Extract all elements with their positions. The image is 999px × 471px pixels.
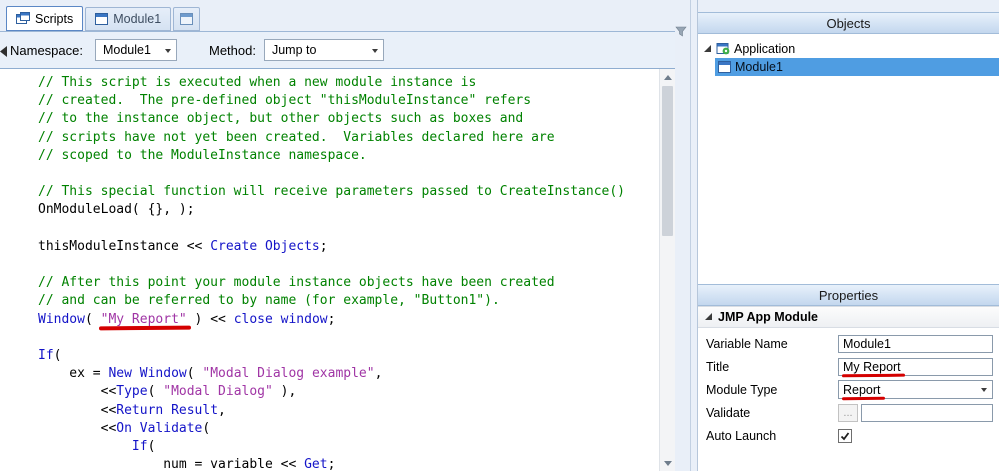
module-type-label: Module Type — [706, 382, 778, 397]
tab-module1-label: Module1 — [113, 12, 162, 26]
scrollbar-thumb[interactable] — [662, 86, 673, 236]
title-input[interactable]: My Report — [838, 357, 993, 376]
code-editor[interactable]: // This script is executed when a new mo… — [0, 68, 675, 471]
section-expander-icon — [704, 310, 713, 324]
code-area: // This script is executed when a new mo… — [0, 69, 659, 471]
auto-launch-checkbox[interactable] — [838, 428, 852, 443]
code-line: // and can be referred to by name (for e… — [38, 293, 500, 309]
editor-tabbar: Scripts Module1 — [6, 6, 201, 31]
tab-scripts-label: Scripts — [35, 11, 74, 26]
code-line: <<Return Result, — [38, 402, 226, 418]
code-line: // This script is executed when a new mo… — [38, 75, 477, 90]
code-line: ex = New Window( "Modal Dialog example", — [38, 366, 383, 382]
namespace-dropdown[interactable]: Module1 — [94, 39, 177, 61]
validate-ellipsis-button[interactable]: ... — [838, 403, 858, 422]
right-panel-top-strip — [698, 0, 999, 12]
code-line: // This special function will receive pa… — [38, 184, 625, 200]
variable-name-input[interactable]: Module1 — [838, 334, 993, 353]
code-line: thisModuleInstance << Create Objects; — [38, 238, 328, 254]
collapse-arrow-icon[interactable] — [0, 44, 7, 57]
namespace-label: Namespace: — [10, 42, 83, 58]
tree-item-application[interactable]: Application — [698, 39, 999, 58]
code-line: OnModuleLoad( {}, ); — [38, 202, 195, 218]
scroll-up-icon[interactable] — [660, 69, 676, 85]
code-line: <<On Validate( — [38, 420, 211, 436]
module-type-value: Report — [843, 382, 881, 397]
validate-label: Validate — [706, 405, 751, 420]
code-line: <<Type( "Modal Dialog" ), — [38, 384, 297, 400]
property-row-variable-name: Variable Name Module1 — [698, 332, 999, 355]
validate-input[interactable] — [861, 403, 993, 422]
title-label: Title — [706, 359, 730, 374]
title-value: My Report — [843, 359, 901, 374]
code-line: // to the instance object, but other obj… — [38, 111, 524, 127]
code-line: // created. The pre-defined object "this… — [38, 93, 532, 109]
scripts-tab-icon — [16, 12, 30, 25]
variable-name-value: Module1 — [843, 336, 891, 351]
code-line: // After this point your module instance… — [38, 275, 555, 291]
code-line: Window( "My Report" ) << close window; — [38, 311, 336, 327]
method-label: Method: — [208, 42, 256, 58]
tab-scripts[interactable]: Scripts — [6, 6, 84, 31]
tree-item-application-label: Application — [734, 41, 796, 56]
code-line: num = variable << Get; — [38, 457, 336, 471]
script-toolbar: Namespace: Module1 Method: Jump to — [0, 31, 675, 68]
check-icon — [840, 431, 850, 440]
module-tab-icon — [180, 13, 194, 25]
editor-scrollbar[interactable] — [659, 69, 675, 471]
code-line: // scoped to the ModuleInstance namespac… — [38, 147, 367, 163]
tab-extra-module[interactable] — [173, 7, 201, 31]
property-row-module-type: Module Type Report — [698, 378, 999, 401]
chevron-down-icon — [164, 49, 171, 56]
expander-icon[interactable] — [703, 44, 712, 53]
method-dropdown-value: Jump to — [271, 43, 317, 57]
right-panel: Objects Application Module1 Properties J… — [697, 0, 999, 471]
code-line: If( — [131, 439, 156, 454]
property-grid: Variable Name Module1 Title My Report Mo… — [698, 328, 999, 447]
variable-name-label: Variable Name — [706, 336, 788, 351]
module-icon — [718, 61, 731, 73]
application-icon — [716, 42, 730, 55]
objects-tree: Application Module1 — [698, 34, 999, 284]
objects-panel-header: Objects — [698, 12, 999, 34]
properties-panel-header: Properties — [698, 284, 999, 306]
jmp-app-builder-window: Scripts Module1 Namespace: Module1 Metho… — [0, 0, 999, 471]
auto-launch-label: Auto Launch — [706, 428, 777, 443]
property-row-auto-launch: Auto Launch — [698, 424, 999, 447]
method-dropdown[interactable]: Jump to — [263, 39, 384, 61]
tree-item-module1[interactable]: Module1 — [715, 58, 999, 76]
tree-item-module1-label: Module1 — [735, 60, 783, 74]
properties-section-header[interactable]: JMP App Module — [698, 306, 999, 328]
chevron-down-icon — [981, 388, 987, 395]
module-type-dropdown[interactable]: Report — [838, 380, 993, 399]
namespace-dropdown-value: Module1 — [102, 43, 151, 57]
property-row-validate: Validate ... — [698, 401, 999, 424]
script-editor-pane: Scripts Module1 Namespace: Module1 Metho… — [0, 0, 691, 471]
filter-icon[interactable] — [675, 24, 688, 37]
scroll-down-icon[interactable] — [660, 455, 676, 471]
tab-module1[interactable]: Module1 — [85, 7, 172, 31]
chevron-down-icon — [371, 49, 378, 56]
properties-section-title: JMP App Module — [718, 310, 818, 324]
code-line: If( — [38, 347, 62, 363]
code-line: // scripts have not yet been created. Va… — [38, 129, 555, 145]
property-row-title: Title My Report — [698, 355, 999, 378]
module1-tab-icon — [95, 13, 109, 25]
